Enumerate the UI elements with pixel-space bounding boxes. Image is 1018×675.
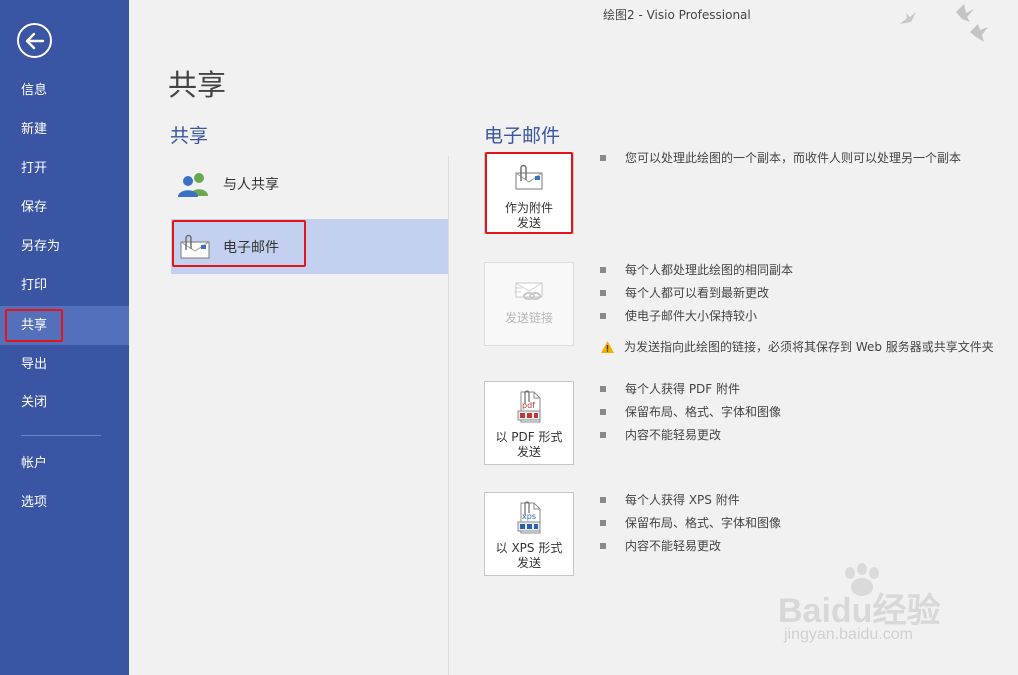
nav-item-info[interactable]: 信息 [0,71,129,110]
bullet-item: 每个人获得 XPS 附件 [600,488,781,511]
send-link-button[interactable]: 发送链接 [484,262,574,346]
nav-item-open[interactable]: 打开 [0,149,129,188]
watermark-url: jingyan.baidu.com [784,626,913,643]
send-as-pdf-button[interactable]: pdf 以 PDF 形式 发送 [484,381,574,465]
share-heading: 共享 [170,125,209,147]
nav-item-close[interactable]: 关闭 [0,383,129,422]
bullet-item: 内容不能轻易更改 [600,534,781,557]
warning-message: 为发送指向此绘图的链接，必须将其保存到 Web 服务器或共享文件夹 [600,335,994,358]
highlight-send-attachment [485,152,573,234]
send-as-xps-button[interactable]: xps 以 XPS 形式 发送 [484,492,574,576]
people-icon [177,169,211,199]
xps-icon: xps [512,501,546,535]
nav-item-new[interactable]: 新建 [0,110,129,149]
nav-divider [21,435,101,436]
warning-icon [601,340,614,353]
birds-decoration-icon [900,4,988,42]
arrow-left-icon [25,32,44,49]
nav-item-save-as[interactable]: 另存为 [0,227,129,266]
pdf-icon: pdf [512,390,546,424]
baidu-watermark: Baidu经验 jingyan.baidu.com [778,563,978,653]
link-bullets: 每个人都处理此绘图的相同副本 每个人都可以看到最新更改 使电子邮件大小保持较小 … [600,258,994,358]
bullet-item: 保留布局、格式、字体和图像 [600,511,781,534]
window-title: 绘图2 - Visio Professional [603,8,751,22]
bullet-item: 每个人都可以看到最新更改 [600,281,994,304]
bullet-item: 内容不能轻易更改 [600,423,781,446]
xps-bullets: 每个人获得 XPS 附件 保留布局、格式、字体和图像 内容不能轻易更改 [600,488,781,557]
nav-item-export[interactable]: 导出 [0,345,129,384]
bullet-item: 每个人都处理此绘图的相同副本 [600,258,994,281]
send-as-pdf-label: 以 PDF 形式 发送 [495,430,563,459]
email-heading: 电子邮件 [484,125,561,147]
bullet-item: 保留布局、格式、字体和图像 [600,400,781,423]
highlight-nav-share [5,309,63,342]
nav-item-save[interactable]: 保存 [0,188,129,227]
watermark-brand: Baidu经验 [778,592,941,630]
page-title: 共享 [168,68,227,102]
column-divider [448,156,449,675]
send-as-xps-label: 以 XPS 形式 发送 [495,541,563,570]
bullet-item: 使电子邮件大小保持较小 [600,304,994,327]
share-option-people-label: 与人共享 [223,176,279,193]
send-link-label: 发送链接 [504,311,553,325]
bullet-item: 您可以处理此绘图的一个副本，而收件人则可以处理另一个副本 [600,146,961,169]
back-button[interactable] [17,23,52,58]
envelope-link-icon [512,271,546,305]
svg-text:pdf: pdf [522,401,535,410]
attachment-bullets: 您可以处理此绘图的一个副本，而收件人则可以处理另一个副本 [600,146,961,169]
pdf-bullets: 每个人获得 PDF 附件 保留布局、格式、字体和图像 内容不能轻易更改 [600,377,781,446]
nav-item-options[interactable]: 选项 [0,483,129,522]
share-option-people[interactable]: 与人共享 [171,156,448,211]
nav-item-account[interactable]: 帐户 [0,444,129,483]
svg-text:xps: xps [522,512,536,521]
nav-item-print[interactable]: 打印 [0,266,129,305]
highlight-share-email [172,220,306,267]
bullet-item: 每个人获得 PDF 附件 [600,377,781,400]
